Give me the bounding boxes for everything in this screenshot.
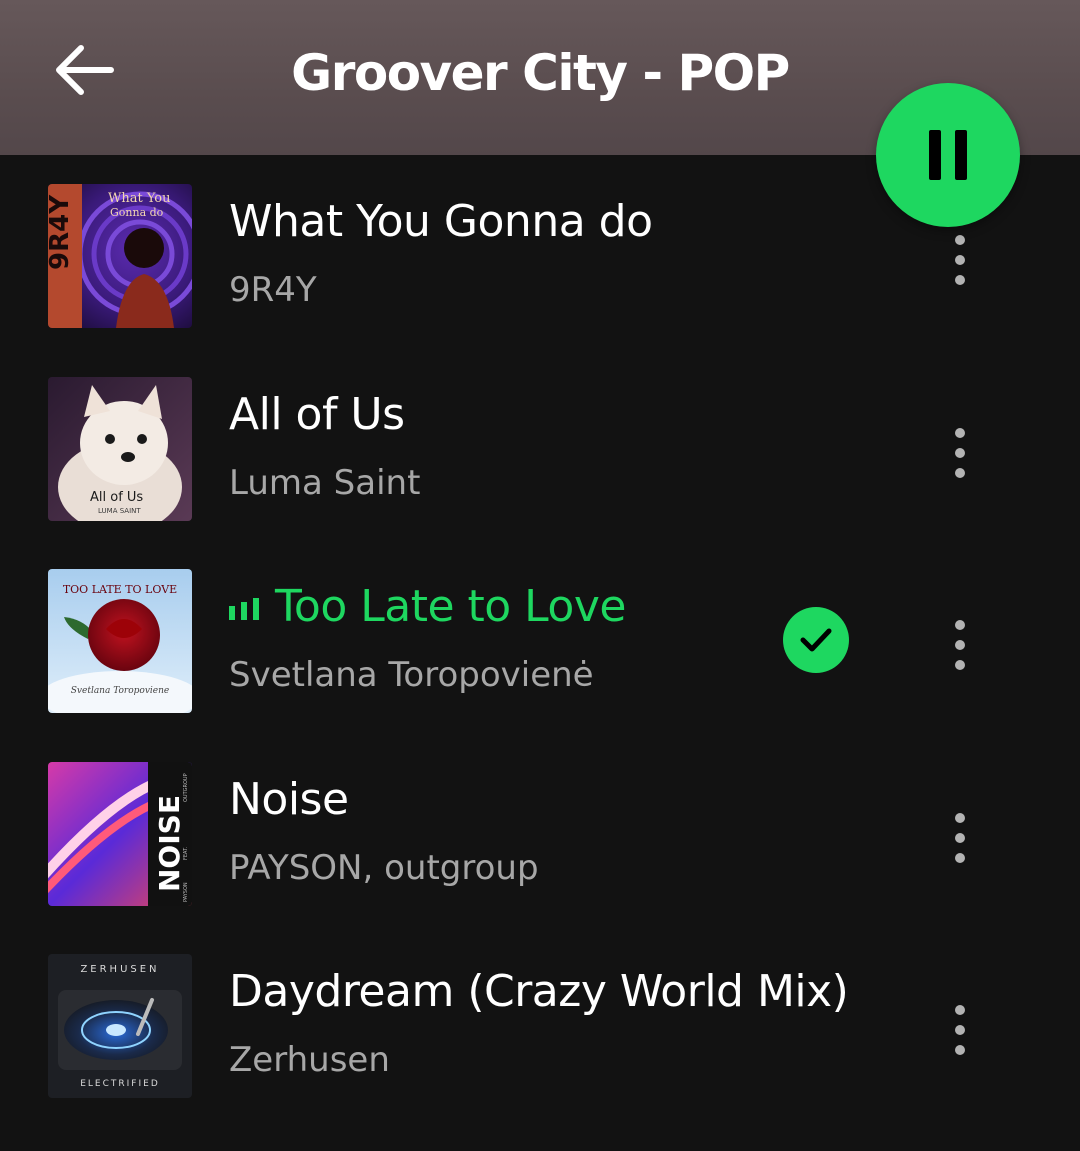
track-title: Noise [229,774,349,825]
svg-text:ZERHUSEN: ZERHUSEN [80,964,159,975]
album-cover: All of Us LUMA SAINT [48,377,192,521]
track-row-playing[interactable]: TOO LATE TO LOVE Svetlana Toropoviene To… [0,569,1080,719]
more-options-button[interactable] [935,798,985,878]
svg-text:OUTGROUP: OUTGROUP [183,773,189,802]
more-options-icon [955,1005,965,1015]
track-title: Daydream (Crazy World Mix) [229,966,849,1017]
playlist-screen: Groover City - POP 9R4Y What You Gonna d… [0,0,1080,1151]
more-options-button[interactable] [935,990,985,1070]
track-artist: Zerhusen [229,1040,390,1080]
now-playing-equalizer-icon [229,578,261,634]
pause-icon [929,130,967,180]
track-artist: Svetlana Toropovienė [229,655,594,695]
album-cover: TOO LATE TO LOVE Svetlana Toropoviene [48,569,192,713]
svg-text:FEAT.: FEAT. [183,846,189,860]
more-options-icon [955,813,965,823]
svg-text:PAYSON: PAYSON [183,882,189,902]
svg-text:LUMA SAINT: LUMA SAINT [98,507,141,515]
svg-text:All of Us: All of Us [90,490,143,505]
svg-text:TOO LATE TO LOVE: TOO LATE TO LOVE [63,583,177,596]
track-title-text: Too Late to Love [275,581,626,632]
track-row[interactable]: All of Us LUMA SAINT All of Us Luma Sain… [0,377,1080,527]
svg-text:ELECTRIFIED: ELECTRIFIED [80,1079,160,1089]
cover-side-text: 9R4Y [48,194,75,270]
pause-button[interactable] [876,83,1020,227]
track-row[interactable]: ZERHUSEN ELECTRIFIED Daydream (Crazy Wor… [0,954,1080,1104]
track-row[interactable]: NOISE PAYSON FEAT. OUTGROUP Noise PAYSON… [0,762,1080,912]
more-options-button[interactable] [935,605,985,685]
more-options-icon [955,428,965,438]
album-cover: ZERHUSEN ELECTRIFIED [48,954,192,1098]
track-artist: PAYSON, outgroup [229,848,539,888]
more-options-button[interactable] [935,413,985,493]
svg-text:Gonna do: Gonna do [110,206,164,219]
saved-check-button[interactable] [783,607,849,673]
more-options-button[interactable] [935,220,985,300]
svg-text:Svetlana Toropoviene: Svetlana Toropoviene [71,686,170,696]
svg-text:NOISE: NOISE [153,795,186,892]
track-title: What You Gonna do [229,196,653,247]
check-icon [800,628,832,652]
svg-text:What You: What You [108,191,171,206]
track-artist: Luma Saint [229,463,421,503]
album-cover: 9R4Y What You Gonna do [48,184,192,328]
more-options-icon [955,620,965,630]
track-artist: 9R4Y [229,270,317,310]
more-options-icon [955,235,965,245]
track-title: Too Late to Love [229,579,626,637]
album-cover: NOISE PAYSON FEAT. OUTGROUP [48,762,192,906]
track-title: All of Us [229,389,405,440]
